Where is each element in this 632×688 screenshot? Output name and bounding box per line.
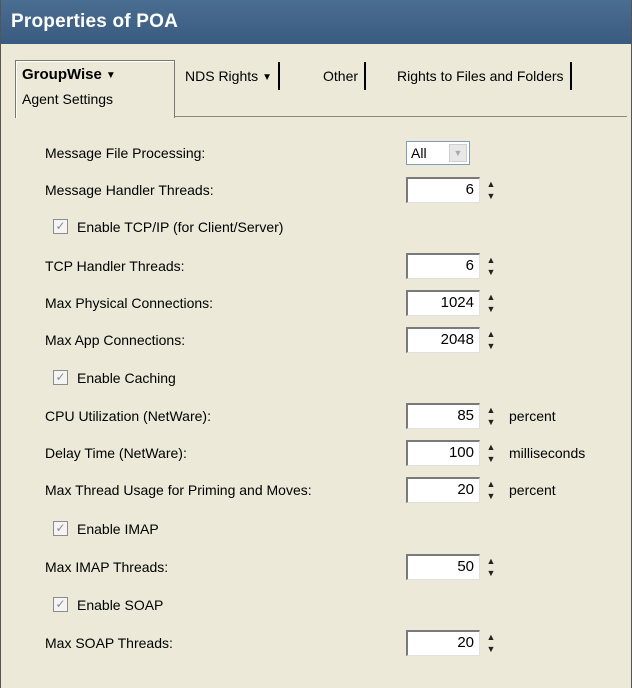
max-soap-threads-input[interactable]: 20 [406,630,480,656]
max-imap-threads-label: Max IMAP Threads: [45,559,169,575]
max-thread-usage-spinner[interactable]: ▲ ▼ [483,478,499,502]
spin-up-icon[interactable]: ▲ [483,631,499,643]
message-file-processing-value: All [411,145,427,161]
max-physical-connections-spinner[interactable]: ▲ ▼ [483,291,499,315]
max-physical-connections-row: Max Physical Connections: 1024 ▲ ▼ [15,288,615,318]
max-imap-threads-spinner[interactable]: ▲ ▼ [483,555,499,579]
spin-up-icon[interactable]: ▲ [483,404,499,416]
message-handler-threads-input[interactable]: 6 [406,177,480,203]
max-thread-usage-input[interactable]: 20 [406,477,480,503]
cpu-utilization-row: CPU Utilization (NetWare): 85 ▲ ▼ percen… [15,401,615,431]
delay-time-input[interactable]: 100 [406,440,480,466]
enable-caching-label: Enable Caching [77,370,176,386]
message-handler-threads-row: Message Handler Threads: 6 ▲ ▼ [15,175,615,205]
spin-down-icon[interactable]: ▼ [483,643,499,655]
spin-down-icon[interactable]: ▼ [483,490,499,502]
enable-imap-label: Enable IMAP [77,521,159,537]
enable-caching-row: ✓ Enable Caching [15,363,615,393]
tab-agent-settings[interactable]: Agent Settings [22,90,174,108]
enable-tcpip-checkbox[interactable]: ✓ [53,219,68,234]
tab-groupwise[interactable]: GroupWise ▼ Agent Settings [15,60,175,118]
message-file-processing-row: Message File Processing: All ▼ [15,138,615,168]
spin-down-icon[interactable]: ▼ [483,266,499,278]
cpu-utilization-input[interactable]: 85 [406,403,480,429]
tab-rights-label: Rights to Files and Folders [397,68,564,84]
delay-time-label: Delay Time (NetWare): [45,445,187,461]
delay-time-row: Delay Time (NetWare): 100 ▲ ▼ millisecon… [15,438,615,468]
tab-nds-rights[interactable]: NDS Rights ▼ [179,62,281,90]
max-app-connections-input[interactable]: 2048 [406,327,480,353]
max-thread-usage-label: Max Thread Usage for Priming and Moves: [45,482,312,498]
tcp-handler-threads-spinner[interactable]: ▲ ▼ [483,254,499,278]
max-soap-threads-label: Max SOAP Threads: [45,635,173,651]
enable-tcpip-row: ✓ Enable TCP/IP (for Client/Server) [15,212,615,242]
enable-caching-checkbox[interactable]: ✓ [53,370,68,385]
max-app-connections-spinner[interactable]: ▲ ▼ [483,328,499,352]
max-soap-threads-row: Max SOAP Threads: 20 ▲ ▼ [15,628,615,658]
max-physical-connections-label: Max Physical Connections: [45,295,214,311]
max-app-connections-row: Max App Connections: 2048 ▲ ▼ [15,325,615,355]
max-physical-connections-input[interactable]: 1024 [406,290,480,316]
tab-other-label: Other [323,68,359,84]
tab-nds-rights-label: NDS Rights [185,68,259,84]
max-app-connections-label: Max App Connections: [45,332,186,348]
enable-imap-row: ✓ Enable IMAP [15,514,615,544]
message-handler-threads-label: Message Handler Threads: [45,182,214,198]
enable-tcpip-label: Enable TCP/IP (for Client/Server) [77,219,284,235]
enable-imap-checkbox[interactable]: ✓ [53,521,68,536]
dropdown-arrow-icon[interactable]: ▼ [449,144,467,162]
enable-soap-checkbox[interactable]: ✓ [53,597,68,612]
message-file-processing-select[interactable]: All ▼ [406,141,470,165]
tcp-handler-threads-input[interactable]: 6 [406,253,480,279]
max-thread-usage-row: Max Thread Usage for Priming and Moves: … [15,475,615,505]
tab-groupwise-label: GroupWise [22,66,102,83]
chevron-down-icon[interactable]: ▼ [106,70,116,81]
dialog-window: Properties of POA GroupWise ▼ Agent Setti… [0,0,632,688]
spin-up-icon[interactable]: ▲ [483,328,499,340]
delay-time-spinner[interactable]: ▲ ▼ [483,441,499,465]
tcp-handler-threads-row: TCP Handler Threads: 6 ▲ ▼ [15,251,615,281]
spin-down-icon[interactable]: ▼ [483,340,499,352]
tab-other[interactable]: Other [317,62,367,90]
max-imap-threads-row: Max IMAP Threads: 50 ▲ ▼ [15,552,615,582]
spin-up-icon[interactable]: ▲ [483,555,499,567]
enable-soap-row: ✓ Enable SOAP [15,590,615,620]
spin-down-icon[interactable]: ▼ [483,190,499,202]
cpu-utilization-label: CPU Utilization (NetWare): [45,408,211,424]
max-soap-threads-spinner[interactable]: ▲ ▼ [483,631,499,655]
max-thread-usage-unit: percent [509,482,556,498]
message-file-processing-label: Message File Processing: [45,145,206,161]
tab-strip: GroupWise ▼ Agent Settings NDS Rights ▼ Ot… [1,44,631,120]
spin-up-icon[interactable]: ▲ [483,178,499,190]
cpu-utilization-spinner[interactable]: ▲ ▼ [483,404,499,428]
chevron-down-icon[interactable]: ▼ [262,72,272,83]
spin-up-icon[interactable]: ▲ [483,441,499,453]
window-title: Properties of POA [1,0,631,44]
spin-down-icon[interactable]: ▼ [483,567,499,579]
agent-settings-panel: Message File Processing: All ▼ Message H… [15,116,631,688]
spin-down-icon[interactable]: ▼ [483,303,499,315]
max-imap-threads-input[interactable]: 50 [406,554,480,580]
spin-up-icon[interactable]: ▲ [483,254,499,266]
spin-up-icon[interactable]: ▲ [483,291,499,303]
message-handler-threads-spinner[interactable]: ▲ ▼ [483,178,499,202]
tcp-handler-threads-label: TCP Handler Threads: [45,258,185,274]
delay-time-unit: milliseconds [509,445,586,461]
enable-soap-label: Enable SOAP [77,597,164,613]
tab-rights-to-files-and-folders[interactable]: Rights to Files and Folders [391,62,572,90]
spin-up-icon[interactable]: ▲ [483,478,499,490]
spin-down-icon[interactable]: ▼ [483,453,499,465]
cpu-utilization-unit: percent [509,408,556,424]
spin-down-icon[interactable]: ▼ [483,416,499,428]
